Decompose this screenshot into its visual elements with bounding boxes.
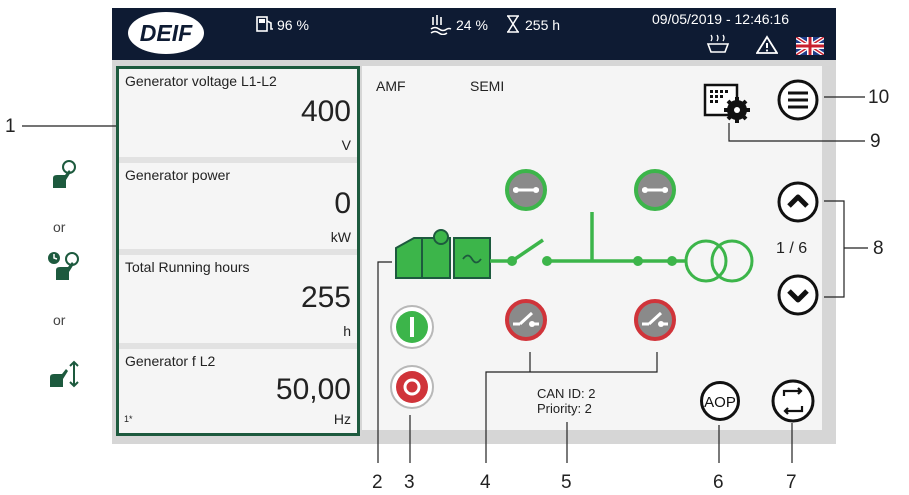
- callout-3: 3: [404, 472, 415, 493]
- callout-9: 9: [870, 131, 881, 152]
- callout-lines: [22, 96, 868, 463]
- callout-5: 5: [561, 472, 572, 493]
- callout-1: 1: [5, 116, 16, 137]
- callout-4: 4: [480, 472, 491, 493]
- callout-2: 2: [372, 472, 383, 493]
- callout-10: 10: [868, 87, 890, 108]
- callout-7: 7: [786, 472, 797, 493]
- callout-8: 8: [873, 238, 884, 259]
- callout-6: 6: [713, 472, 724, 493]
